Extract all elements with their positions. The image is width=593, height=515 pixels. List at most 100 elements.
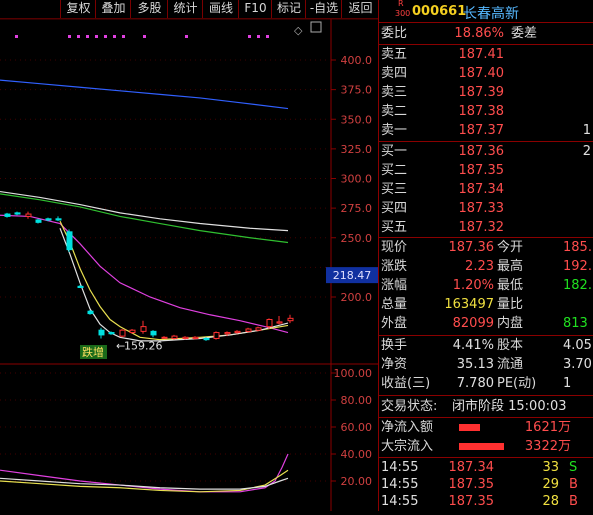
toolbar-button[interactable]: 画线 [202, 0, 239, 18]
toolbar-button[interactable]: 统计 [167, 0, 203, 18]
ask-volume: 1 [582, 123, 591, 138]
toolbar-button[interactable]: 复权 [60, 0, 96, 18]
candle-body [119, 329, 126, 337]
stock-name[interactable]: 长春高新 [463, 3, 519, 23]
ma-line-magenta [0, 214, 289, 334]
expand-icon [310, 21, 322, 33]
kline-chart[interactable]: 400.0 375.0 350.0 325.0 300.0 275.0 250.0 200.0… [0, 18, 378, 511]
weibi-row: 委比 18.86% 委差 [379, 24, 593, 43]
ask-price: 187.41 [458, 47, 505, 62]
bid-row[interactable]: 买一 187.36 2 [379, 142, 593, 161]
exchange-tag-bottom: 300 [395, 9, 411, 18]
bid-label: 买四 [381, 201, 408, 216]
candle-body [150, 330, 157, 336]
stat-row: 换手 4.41% 股本 4.05 [379, 336, 593, 355]
price-tick-label: 325.0 [341, 143, 373, 156]
stat-label: PE(动) [497, 376, 537, 391]
signal-dot [15, 35, 18, 38]
ask-price: 187.37 [458, 123, 505, 138]
ask-row[interactable]: 卖一 187.37 1 [379, 121, 593, 140]
bid-label: 买五 [381, 220, 408, 235]
stat-value: 35.13 [456, 357, 494, 372]
stat-row: 总量 163497 量比 [379, 295, 593, 314]
ma-line-yellow [59, 220, 289, 341]
signal-dot [86, 35, 89, 38]
signal-dot [248, 35, 251, 38]
weibi-value: 18.86% [454, 26, 504, 41]
ask-row[interactable]: 卖五 187.41 [379, 45, 593, 64]
ask-price: 187.39 [458, 85, 505, 100]
trade-status-value: 闭市阶段 15:00:03 [452, 399, 567, 414]
candle-body [87, 310, 94, 315]
ask-label: 卖二 [381, 104, 408, 119]
stat-label: 涨幅 [381, 278, 408, 293]
ask-label: 卖四 [381, 66, 408, 81]
ma-line-white [0, 190, 289, 232]
stat-label: 最高 [497, 259, 524, 274]
toolbar-button[interactable]: F10 [238, 0, 272, 18]
divider [379, 395, 593, 396]
ask-row[interactable]: 卖二 187.38 [379, 102, 593, 121]
weicha-label: 委差 [511, 26, 538, 41]
toolbar-button[interactable]: -自选 [305, 0, 342, 18]
stat-row: 涨跌 2.23 最高 192. [379, 257, 593, 276]
stat-row: 涨幅 1.20% 最低 182. [379, 276, 593, 295]
stat-row: 外盘 82099 内盘 813 [379, 314, 593, 333]
stat-value: 82099 [452, 316, 494, 331]
candle-body [108, 332, 115, 335]
stock-code[interactable]: 000661 [412, 4, 466, 19]
ask-price: 187.40 [458, 66, 505, 81]
candle-body [55, 218, 62, 221]
indicator-tick-label: 100.00 [334, 367, 373, 380]
bid-row[interactable]: 买四 187.33 [379, 199, 593, 218]
price-tick-label: 400.0 [341, 54, 373, 67]
ask-label: 卖一 [381, 123, 408, 138]
bid-row[interactable]: 买三 187.34 [379, 180, 593, 199]
ask-row[interactable]: 卖四 187.40 [379, 64, 593, 83]
trade-status-row: 交易状态: 闭市阶段 15:00:03 [379, 397, 593, 416]
candle-body [203, 337, 210, 341]
bid-label: 买一 [381, 144, 408, 159]
stat-value: 4.05 [563, 338, 592, 353]
signal-dot [68, 35, 71, 38]
flow-label: 大宗流入 [381, 439, 434, 454]
toolbar-button[interactable]: 返回 [341, 0, 379, 18]
tick-side: S [569, 460, 578, 475]
tick-price: 187.34 [448, 460, 495, 475]
stat-value: 192. [563, 259, 592, 274]
stat-label: 最低 [497, 278, 524, 293]
price-tick-label: 200.0 [341, 291, 373, 304]
price-tick-label: 350.0 [341, 113, 373, 126]
candle-body [224, 332, 231, 335]
candle-body [266, 319, 273, 328]
stat-label: 收益(三) [381, 376, 431, 391]
ma-line-green [0, 193, 289, 244]
stat-value: 185. [563, 240, 592, 255]
toolbar-button[interactable]: 多股 [130, 0, 168, 18]
ask-row[interactable]: 卖三 187.39 [379, 83, 593, 102]
diamond-icon: ◇ [294, 24, 303, 37]
flow-value: 3322万 [524, 439, 571, 454]
indicator-tick-label: 20.00 [341, 475, 373, 488]
stat-label: 量比 [497, 297, 524, 312]
candle-body [98, 329, 105, 336]
stat-value: 7.780 [456, 376, 494, 391]
stat-label: 涨跌 [381, 259, 408, 274]
toolbar-button[interactable]: 叠加 [95, 0, 131, 18]
weibi-label: 委比 [381, 26, 408, 41]
tick-side: B [569, 494, 578, 509]
bid-price: 187.36 [458, 144, 505, 159]
kline-chart-svg: 400.0 375.0 350.0 325.0 300.0 275.0 250.0 200.0… [0, 18, 378, 511]
candle-body [161, 336, 168, 339]
tick-row: 14:55 187.34 33 S [379, 459, 593, 476]
toolbar-button[interactable]: 标记 [271, 0, 306, 18]
chart-toolbar: 复权 叠加 多股 统计 画线 F10 标记 -自选 返回 [0, 0, 378, 19]
bid-row[interactable]: 买二 187.35 [379, 161, 593, 180]
candle-body [287, 317, 294, 322]
stat-value: 1.20% [452, 278, 494, 293]
signal-dot [104, 35, 107, 38]
tick-time: 14:55 [381, 460, 419, 475]
price-tick-label: 375.0 [341, 84, 373, 97]
bid-row[interactable]: 买五 187.32 [379, 218, 593, 237]
trade-status-label: 交易状态: [381, 399, 438, 414]
